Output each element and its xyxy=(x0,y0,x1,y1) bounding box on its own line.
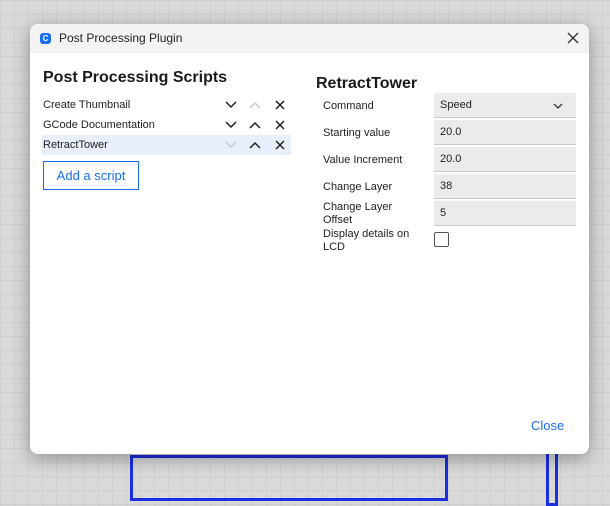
change-layer-offset-value: 5 xyxy=(440,207,447,219)
remove-icon[interactable] xyxy=(273,138,287,152)
change-layer-value: 38 xyxy=(440,180,453,192)
command-dropdown[interactable]: Speed xyxy=(434,93,576,118)
viewport-model-outline xyxy=(130,455,448,501)
move-up-icon[interactable] xyxy=(248,138,262,152)
change-layer-offset-field[interactable]: 5 xyxy=(434,201,576,226)
move-down-icon xyxy=(224,138,238,152)
setting-label-change-layer-offset: Change Layer Offset xyxy=(323,201,393,226)
title-bar: C Post Processing Plugin xyxy=(30,24,589,53)
starting-value-field[interactable]: 20.0 xyxy=(434,120,576,145)
move-up-icon xyxy=(248,98,262,112)
setting-label-change-layer: Change Layer xyxy=(323,181,393,193)
close-icon[interactable] xyxy=(565,30,581,46)
remove-icon[interactable] xyxy=(273,118,287,132)
setting-label-display-details: Display details on LCD xyxy=(323,228,410,253)
starting-value: 20.0 xyxy=(440,126,462,138)
close-button[interactable]: Close xyxy=(531,418,564,433)
setting-label-starting-value: Starting value xyxy=(323,127,391,139)
move-up-icon[interactable] xyxy=(248,118,262,132)
script-label: RetractTower xyxy=(43,139,108,151)
script-settings-heading: RetractTower xyxy=(316,75,418,92)
command-value: Speed xyxy=(440,99,472,111)
script-row[interactable]: Create Thumbnail xyxy=(42,95,291,115)
add-script-button[interactable]: Add a script xyxy=(43,161,139,190)
script-label: GCode Documentation xyxy=(43,119,155,131)
script-row-selected[interactable]: RetractTower xyxy=(42,135,291,155)
scripts-heading: Post Processing Scripts xyxy=(43,69,228,86)
remove-icon[interactable] xyxy=(273,98,287,112)
window-title: Post Processing Plugin xyxy=(59,31,183,45)
chevron-down-icon xyxy=(552,99,564,117)
setting-label-command: Command xyxy=(323,100,374,112)
post-processing-dialog: C Post Processing Plugin Post Processing… xyxy=(30,24,589,454)
script-row[interactable]: GCode Documentation xyxy=(42,115,291,135)
change-layer-field[interactable]: 38 xyxy=(434,174,576,199)
setting-label-value-increment: Value Increment xyxy=(323,154,403,166)
move-down-icon[interactable] xyxy=(224,118,238,132)
cura-app-icon: C xyxy=(40,33,51,44)
value-increment-field[interactable]: 20.0 xyxy=(434,147,576,172)
script-label: Create Thumbnail xyxy=(43,99,131,111)
move-down-icon[interactable] xyxy=(224,98,238,112)
value-increment: 20.0 xyxy=(440,153,462,165)
display-details-checkbox[interactable] xyxy=(434,232,449,247)
